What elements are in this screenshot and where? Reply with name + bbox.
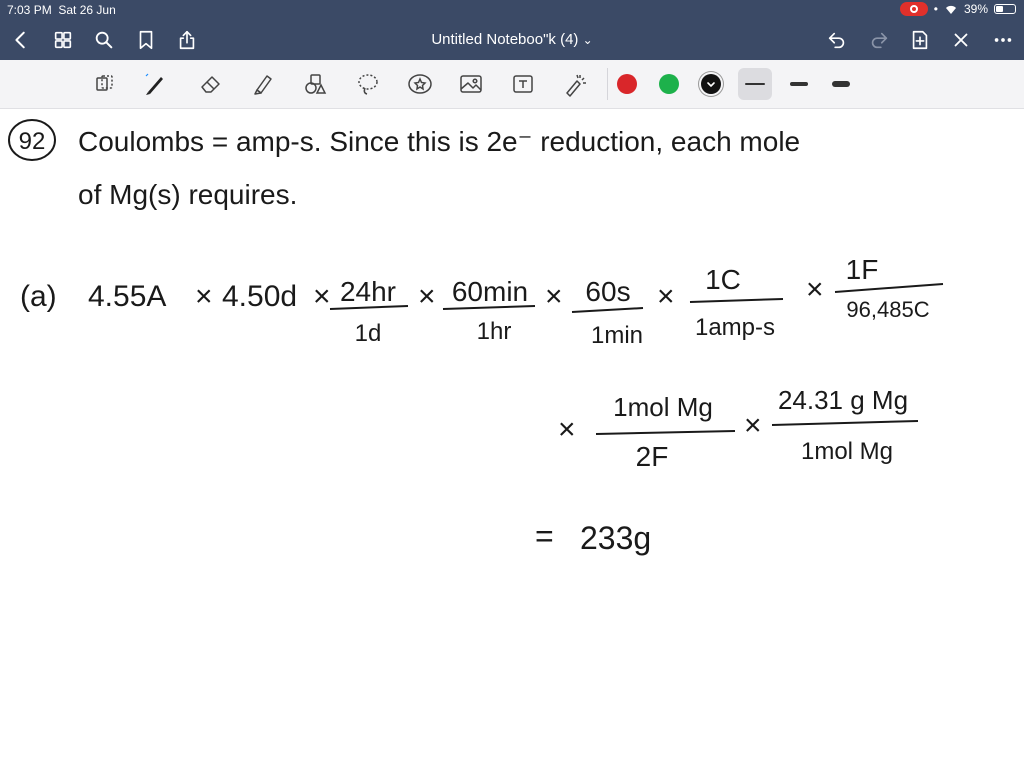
color-swatch-green[interactable] [659, 74, 679, 94]
fraction-3-bar [571, 307, 644, 313]
title-chevron-icon[interactable]: ⌄ [583, 33, 593, 47]
redo-icon[interactable] [867, 28, 891, 52]
sticker-icon[interactable] [405, 69, 435, 99]
bookmark-icon[interactable] [134, 28, 158, 52]
equals-sign: = [535, 518, 554, 554]
handwriting-canvas[interactable]: 92 Coulombs = amp-s. Since this is 2e⁻ r… [0, 109, 1024, 768]
fraction-6-denominator: 2F [636, 441, 669, 472]
grid-icon[interactable] [51, 28, 75, 52]
add-page-icon[interactable] [908, 28, 932, 52]
times-sign: × [545, 280, 563, 313]
fraction-5-numerator: 1F [846, 254, 879, 285]
fraction-4-bar [689, 298, 784, 303]
fraction-7-denominator: 1mol Mg [801, 438, 893, 465]
times-sign: × [195, 280, 213, 313]
screen-recording-icon[interactable] [899, 2, 928, 16]
fraction-3-numerator: 60s [585, 276, 630, 307]
thickness-thin[interactable] [745, 83, 765, 85]
status-date: Sat 26 Jun [58, 3, 116, 17]
back-icon[interactable] [9, 28, 33, 52]
chevron-down-icon [707, 82, 715, 88]
fraction-3-denominator: 1min [591, 322, 643, 349]
document-title[interactable]: Untitled Noteboo"k (4) [431, 31, 578, 48]
image-icon[interactable] [456, 69, 486, 99]
fraction-5-denominator: 96,485C [846, 297, 929, 322]
fraction-7-numerator: 24.31 g Mg [778, 385, 908, 415]
lasso-icon[interactable] [353, 69, 383, 99]
fraction-5-bar [834, 283, 944, 293]
part-label: (a) [20, 280, 57, 313]
fraction-7-bar [771, 420, 919, 426]
pen-icon[interactable] [140, 69, 170, 99]
term-time: 4.50d [222, 280, 297, 313]
fraction-1-denominator: 1d [355, 320, 382, 347]
battery-icon [994, 4, 1016, 14]
wifi-icon [945, 5, 956, 14]
times-sign: × [558, 413, 576, 446]
more-icon[interactable] [991, 28, 1015, 52]
fraction-6-numerator: 1mol Mg [613, 392, 713, 422]
share-icon[interactable] [175, 28, 199, 52]
fraction-1-numerator: 24hr [340, 276, 396, 307]
text-icon[interactable] [508, 69, 538, 99]
status-time-date: 7:03 PM Sat 26 Jun [7, 3, 116, 17]
drawing-toolbar [0, 60, 1024, 109]
status-bar: 7:03 PM Sat 26 Jun • 39% [0, 0, 1024, 20]
times-sign: × [313, 280, 331, 313]
fraction-6-bar [595, 430, 736, 435]
times-sign: × [657, 280, 675, 313]
undo-icon[interactable] [825, 28, 849, 52]
fraction-4-denominator: 1amp-s [695, 314, 775, 341]
navigation-bar: Untitled Noteboo"k (4) ⌄ [0, 20, 1024, 60]
fraction-4-numerator: 1C [705, 264, 741, 295]
status-indicators: • 39% [899, 2, 1016, 16]
note-page[interactable]: 92 Coulombs = amp-s. Since this is 2e⁻ r… [0, 109, 1024, 768]
thickness-thick[interactable] [832, 81, 850, 87]
note-line-1: Coulombs = amp-s. Since this is 2e⁻ redu… [78, 126, 800, 157]
times-sign: × [744, 409, 762, 442]
problem-number: 92 [19, 128, 46, 155]
fraction-2-numerator: 60min [452, 276, 528, 307]
final-answer: 233g [580, 520, 651, 556]
ellipsis-icon: • [933, 2, 938, 16]
shapes-icon[interactable] [300, 69, 330, 99]
note-line-2: of Mg(s) requires. [78, 179, 297, 210]
close-icon[interactable] [949, 28, 973, 52]
lasso-select-icon[interactable] [90, 69, 120, 99]
color-swatch-red[interactable] [617, 74, 637, 94]
status-time: 7:03 PM [7, 3, 52, 17]
color-swatch-black[interactable] [701, 74, 721, 94]
eraser-icon[interactable] [196, 69, 226, 99]
times-sign: × [418, 280, 436, 313]
search-icon[interactable] [92, 28, 116, 52]
thickness-medium[interactable] [790, 82, 808, 86]
highlighter-icon[interactable] [248, 69, 278, 99]
fraction-2-denominator: 1hr [477, 318, 512, 345]
laser-pointer-icon[interactable] [560, 69, 590, 99]
term-current: 4.55A [88, 280, 166, 313]
battery-percent: 39% [963, 2, 988, 16]
times-sign: × [806, 273, 824, 306]
toolbar-divider [607, 68, 608, 100]
